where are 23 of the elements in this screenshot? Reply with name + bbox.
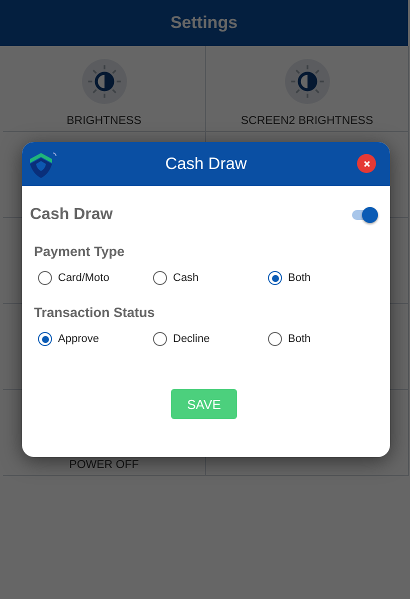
- option-label[interactable]: Both: [288, 333, 311, 345]
- option-label[interactable]: Both: [288, 272, 311, 284]
- brightness-icon[interactable]: [82, 59, 126, 104]
- radio-button[interactable]: [38, 332, 52, 346]
- option-label[interactable]: Cash: [173, 272, 199, 284]
- group-label: Payment Type: [34, 243, 126, 261]
- brightness-icon[interactable]: [284, 59, 330, 104]
- radio-button[interactable]: [268, 271, 282, 285]
- close-icon: [362, 160, 370, 168]
- setting-label: Cash Draw: [30, 206, 113, 224]
- radio-button[interactable]: [38, 271, 52, 285]
- shield-logo-icon: [27, 150, 57, 180]
- option-label[interactable]: Approve: [58, 333, 99, 345]
- radio-button[interactable]: [268, 332, 282, 346]
- app-title: Settings: [170, 13, 238, 33]
- dialog-title: Cash Draw: [165, 154, 247, 174]
- toggle-switch[interactable]: [350, 204, 378, 224]
- radio-button[interactable]: [153, 271, 167, 285]
- radio-button[interactable]: [153, 332, 167, 346]
- option-label[interactable]: Card/Moto: [58, 272, 110, 284]
- close-button[interactable]: [357, 154, 376, 173]
- group-label: Transaction Status: [34, 304, 156, 322]
- option-label[interactable]: Decline: [173, 333, 210, 345]
